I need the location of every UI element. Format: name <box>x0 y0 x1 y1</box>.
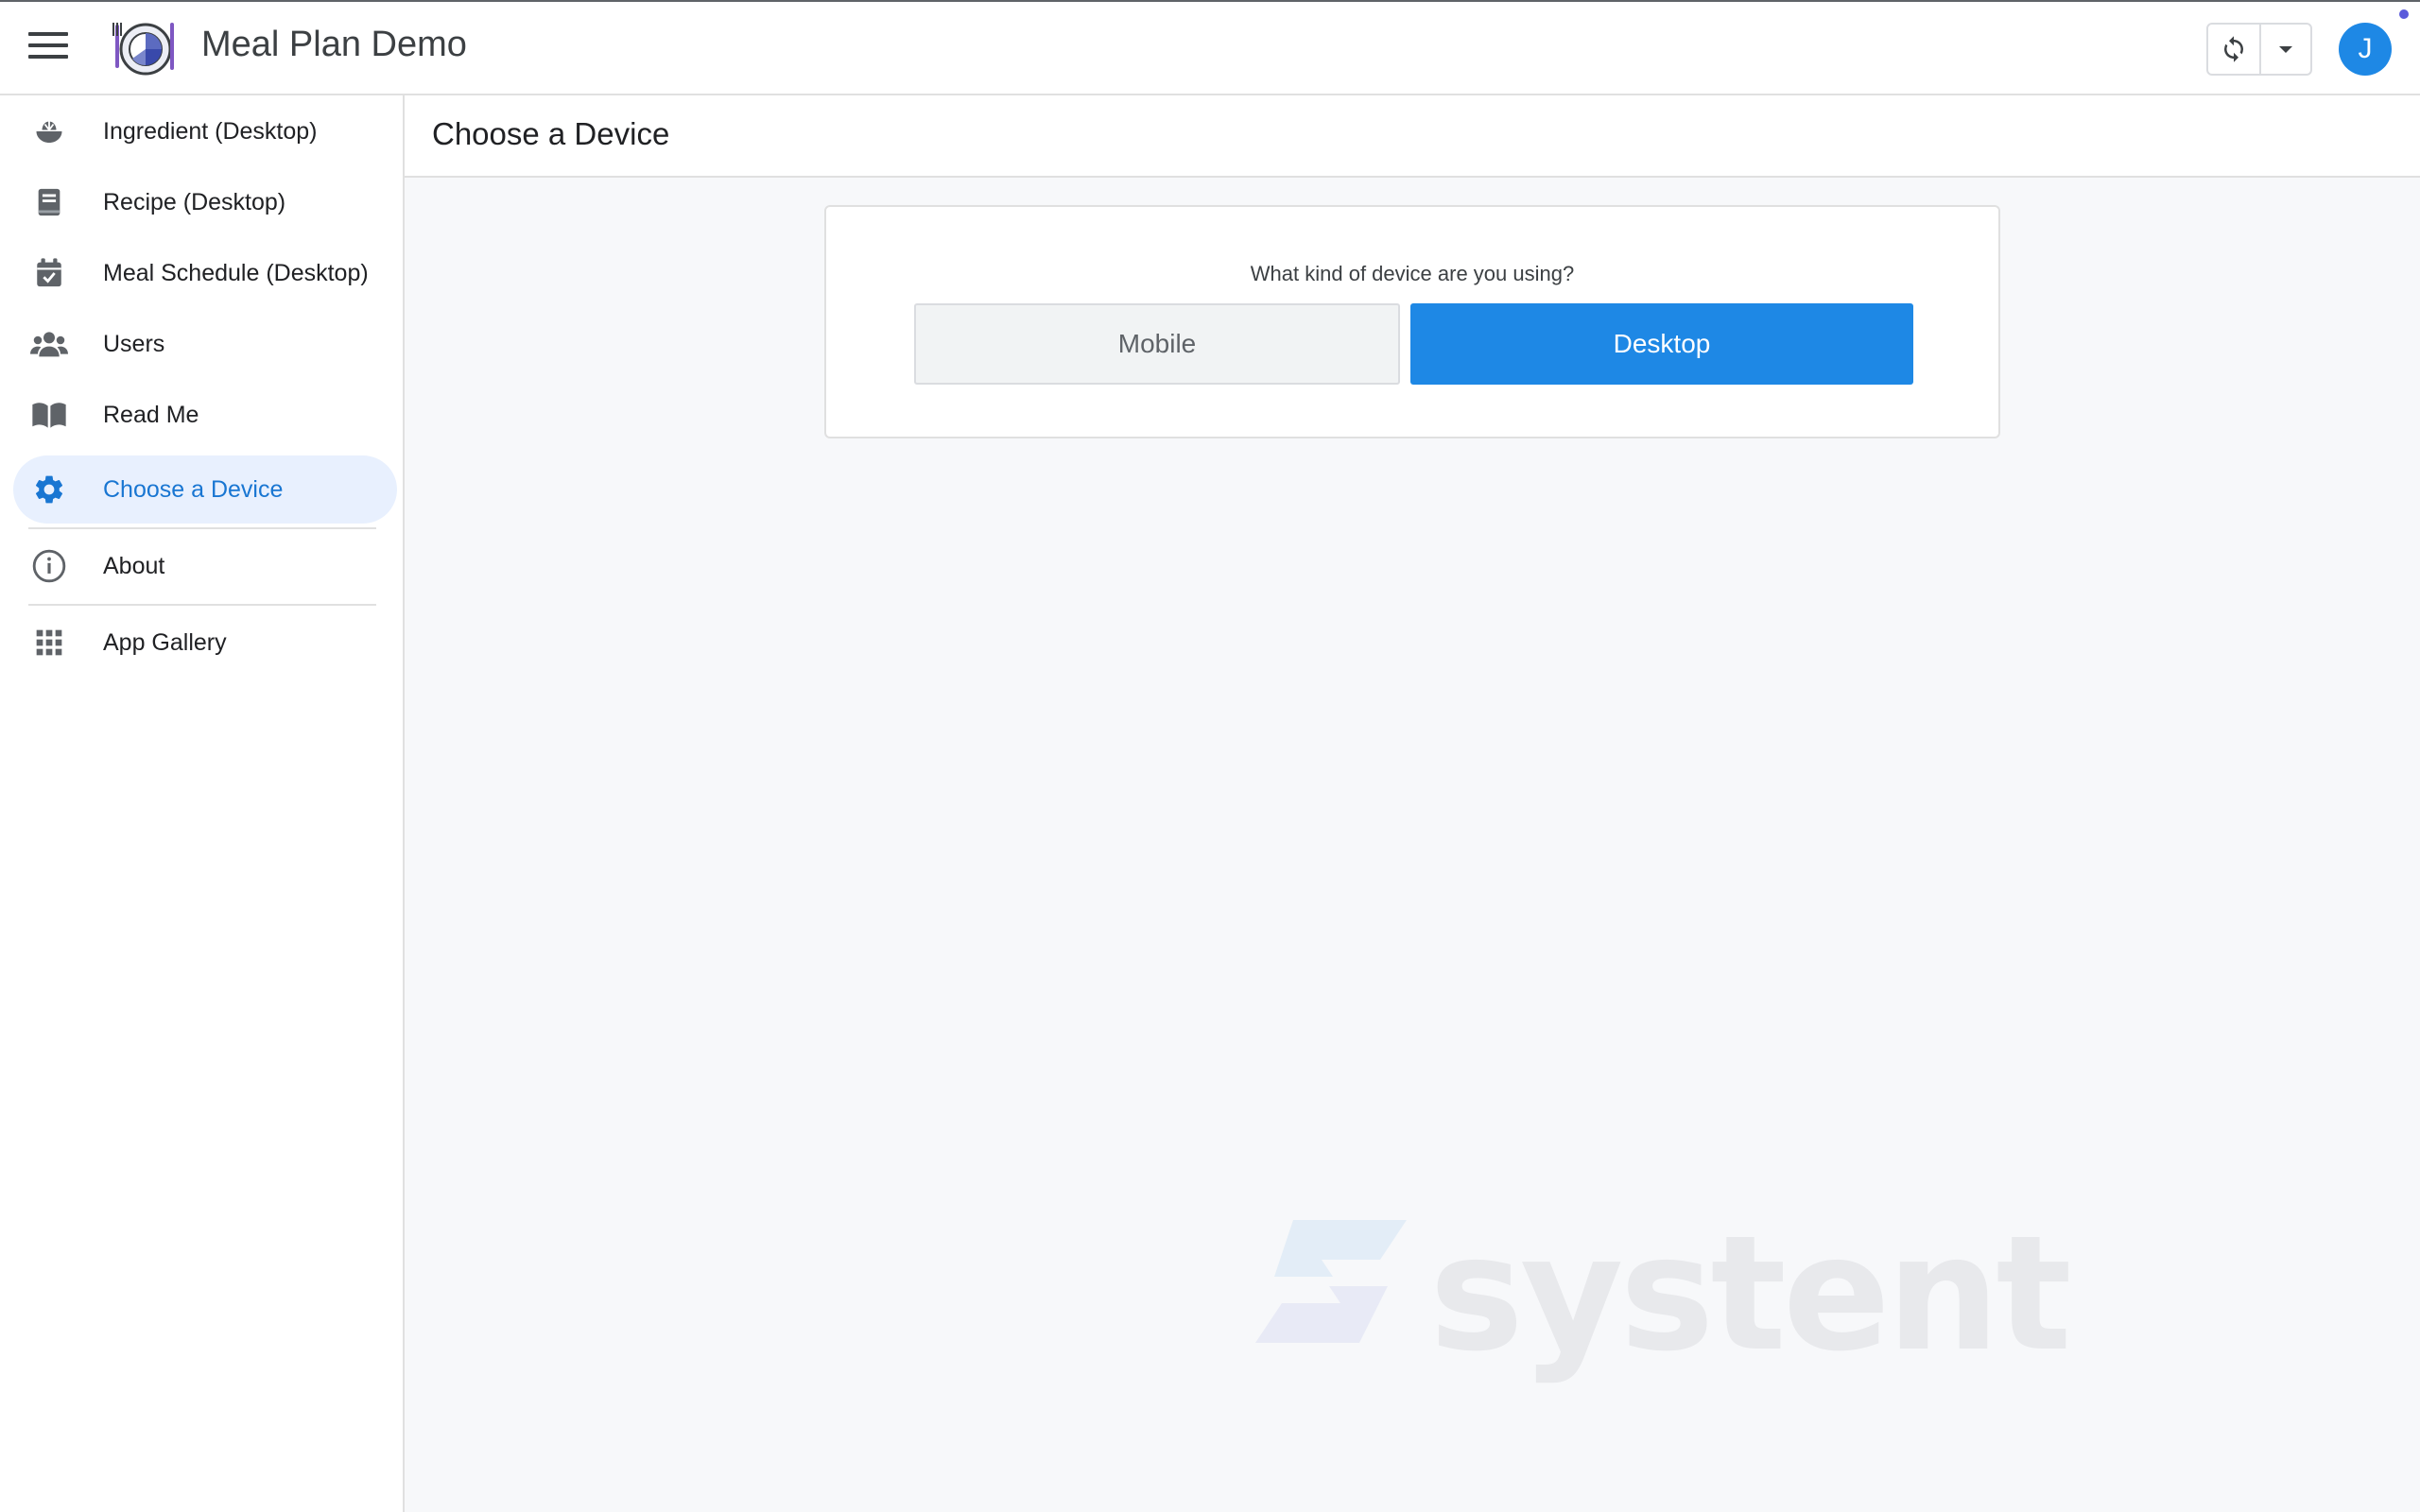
sidebar-item-label: Read Me <box>103 401 199 428</box>
gear-icon <box>30 471 68 508</box>
device-chooser-card: What kind of device are you using? Mobil… <box>824 205 2000 438</box>
main-content: Choose a Device What kind of device are … <box>405 95 2420 1512</box>
book-icon <box>30 183 68 221</box>
sidebar-item-label: Users <box>103 330 165 357</box>
page-header: Choose a Device <box>405 95 2420 178</box>
sidebar-item-label: Choose a Device <box>103 475 284 503</box>
open-book-icon <box>30 396 68 434</box>
page-title: Choose a Device <box>432 116 670 151</box>
app-title: Meal Plan Demo <box>201 25 467 64</box>
sidebar-item-app-gallery[interactable]: App Gallery <box>13 609 397 677</box>
watermark-text: systent <box>1429 1201 2072 1386</box>
sidebar-divider <box>28 604 376 606</box>
app-window: Meal Plan Demo J Ingredient (Desktop) Re… <box>0 0 2420 1512</box>
sidebar-item-label: Meal Schedule (Desktop) <box>103 259 369 286</box>
mobile-button[interactable]: Mobile <box>914 303 1400 385</box>
sync-button-group <box>2206 23 2312 76</box>
hamburger-menu-icon[interactable] <box>28 32 68 66</box>
sidebar-item-recipe[interactable]: Recipe (Desktop) <box>13 168 397 236</box>
sidebar-item-label: About <box>103 552 165 579</box>
meal-plan-logo-icon <box>112 15 178 81</box>
sidebar-item-read-me[interactable]: Read Me <box>13 381 397 449</box>
sidebar-item-label: App Gallery <box>103 628 227 656</box>
app-header: Meal Plan Demo J <box>0 0 2420 95</box>
salad-bowl-icon <box>30 112 68 150</box>
user-avatar[interactable]: J <box>2339 23 2392 76</box>
sidebar-item-users[interactable]: Users <box>13 310 397 378</box>
sidebar-item-meal-schedule[interactable]: Meal Schedule (Desktop) <box>13 239 397 307</box>
caret-down-icon[interactable] <box>2261 25 2310 74</box>
sidebar-item-label: Recipe (Desktop) <box>103 188 286 215</box>
sidebar-divider <box>28 527 376 529</box>
desktop-button[interactable]: Desktop <box>1410 303 1913 385</box>
grid-icon <box>30 624 68 662</box>
notification-dot <box>2399 9 2409 19</box>
device-question: What kind of device are you using? <box>1250 262 1575 285</box>
sidebar-item-choose-a-device[interactable]: Choose a Device <box>13 455 397 524</box>
sidebar-item-ingredient[interactable]: Ingredient (Desktop) <box>13 97 397 165</box>
sidebar-item-label: Ingredient (Desktop) <box>103 117 318 145</box>
sidebar-item-about[interactable]: About <box>13 532 397 600</box>
sync-icon[interactable] <box>2208 25 2261 74</box>
systent-watermark: systent <box>1255 1201 2072 1386</box>
sidebar: Ingredient (Desktop) Recipe (Desktop) Me… <box>0 95 405 1512</box>
users-icon <box>30 325 68 363</box>
systent-logo-icon <box>1255 1220 1407 1343</box>
calendar-check-icon <box>30 254 68 292</box>
info-icon <box>30 547 68 585</box>
